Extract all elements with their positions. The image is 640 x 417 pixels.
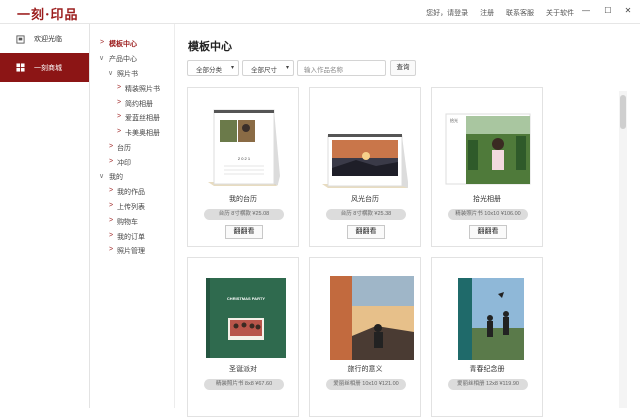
chevron-right-icon: >	[100, 39, 105, 46]
tree-item-simple[interactable]: 简约相册	[125, 99, 153, 109]
tree-product-center[interactable]: 产品中心	[109, 54, 137, 64]
preview-button[interactable]: 翻翻看	[347, 225, 385, 239]
caret-down-icon: ▾	[285, 65, 289, 71]
app-logo: 一刻·印品	[17, 8, 79, 23]
card-title: 风光台历	[351, 196, 379, 203]
template-card[interactable]: 风光台历 台历 8寸横款 ¥25.38 翻翻看	[309, 87, 421, 247]
tree-print[interactable]: 冲印	[117, 158, 131, 168]
preview-button[interactable]: 翻翻看	[469, 225, 507, 239]
chevron-down-icon: ∨	[108, 70, 114, 77]
calendar-year: 2 0 2 1	[238, 156, 251, 161]
grid-icon	[16, 63, 25, 72]
tree-item-hardcover[interactable]: 精装照片书	[125, 84, 160, 94]
tree-orders[interactable]: 我的订单	[117, 232, 145, 242]
page-title: 模板中心	[188, 41, 232, 53]
tree-cart[interactable]: 购物车	[117, 217, 138, 227]
card-meta: 爱丽丝相册 10x10 ¥121.00	[326, 379, 406, 390]
nav-item-welcome[interactable]: 欢迎光临	[0, 25, 89, 53]
card-meta: 精装照片书 10x10 ¥106.00	[448, 209, 528, 220]
card-title: 我的台历	[229, 196, 257, 203]
category-dropdown[interactable]: 全部分类 ▾	[187, 60, 239, 76]
minimize-icon[interactable]: —	[581, 6, 591, 15]
template-card[interactable]: 拾光 拾光相册 精装照片书 10x10 ¥106.00 翻翻看	[431, 87, 543, 247]
album-thumbnail	[458, 278, 524, 360]
album-thumbnail	[330, 276, 414, 360]
contact-link[interactable]: 联系客服	[506, 10, 534, 17]
template-card[interactable]: 旅行的意义 爱丽丝相册 10x10 ¥121.00	[309, 257, 421, 417]
card-meta: 精装照片书 8x8 ¥67.60	[204, 379, 284, 390]
card-meta: 台历 8寸横款 ¥25.08	[204, 209, 284, 220]
category-tree: > 模板中心 ∨ 产品中心 ∨ 照片书 > 精装照片书 > 简约相册 > 爱蓝丝…	[90, 24, 175, 408]
scrollbar-track[interactable]	[619, 91, 627, 408]
chevron-right-icon: >	[109, 187, 114, 194]
card-title: 拾光相册	[473, 196, 501, 203]
template-card[interactable]: 2 0 2 1 我的台历 台历 8寸横款 ¥25.08 翻翻看	[187, 87, 299, 247]
preview-button[interactable]: 翻翻看	[225, 225, 263, 239]
chevron-down-icon: ∨	[99, 55, 105, 62]
scrollbar-thumb[interactable]	[620, 95, 626, 129]
calendar-thumbnail: 2 0 2 1	[208, 109, 280, 186]
tree-item-alice[interactable]: 爱蓝丝相册	[125, 113, 160, 123]
tree-photo-manage[interactable]: 照片管理	[117, 246, 145, 256]
tree-my-works[interactable]: 我的作品	[117, 187, 145, 197]
left-nav: 欢迎光临 一刻商城	[0, 24, 90, 408]
tree-upload-list[interactable]: 上传列表	[117, 202, 145, 212]
home-icon	[16, 34, 25, 44]
chevron-right-icon: >	[109, 202, 114, 209]
chevron-right-icon: >	[109, 217, 114, 224]
close-icon[interactable]: ✕	[623, 6, 633, 15]
tree-photobook[interactable]: 照片书	[117, 69, 138, 79]
size-dropdown[interactable]: 全部尺寸 ▾	[242, 60, 294, 76]
about-link[interactable]: 关于软件	[546, 10, 574, 17]
nav-item-mall[interactable]: 一刻商城	[0, 53, 89, 82]
tree-item-cameo[interactable]: 卡美奥相册	[125, 128, 160, 138]
top-links: 您好，请登录 注册 联系客服 关于软件	[416, 8, 574, 18]
card-title: 旅行的意义	[347, 366, 383, 373]
login-link[interactable]: 您好，请登录	[426, 10, 468, 17]
chevron-right-icon: >	[109, 158, 114, 165]
chevron-right-icon: >	[117, 84, 122, 91]
caret-down-icon: ▾	[230, 65, 234, 71]
size-dropdown-value: 全部尺寸	[251, 67, 277, 74]
chevron-down-icon: ∨	[99, 173, 105, 180]
album-thumbnail: 拾光	[445, 113, 531, 185]
search-button[interactable]: 查询	[390, 60, 416, 76]
chevron-right-icon: >	[109, 246, 114, 253]
chevron-right-icon: >	[117, 128, 122, 135]
card-meta: 台历 8寸横款 ¥25.38	[326, 209, 406, 220]
chevron-right-icon: >	[109, 143, 114, 150]
chevron-right-icon: >	[109, 232, 114, 239]
template-card[interactable]: CHRISTMAS PARTY 圣诞派对 精装照片书 8x8 ¥67.60	[187, 257, 299, 417]
template-card[interactable]: 青春纪念册 爱丽丝相册 12x8 ¥119.90	[431, 257, 543, 417]
top-bar: 一刻·印品 您好，请登录 注册 联系客服 关于软件 — ☐ ✕	[0, 0, 640, 24]
tree-calendar[interactable]: 台历	[117, 143, 131, 153]
card-title: 圣诞派对	[229, 366, 257, 373]
nav-label-welcome: 欢迎光临	[34, 36, 62, 43]
card-title: 青春纪念册	[469, 366, 505, 373]
album-thumbnail: CHRISTMAS PARTY	[206, 278, 286, 358]
tree-template-center[interactable]: 模板中心	[109, 39, 137, 49]
search-input[interactable]: 输入作品名称	[297, 60, 386, 76]
card-meta: 爱丽丝相册 12x8 ¥119.90	[448, 379, 528, 390]
chevron-right-icon: >	[117, 113, 122, 120]
maximize-icon[interactable]: ☐	[603, 6, 613, 15]
tree-mine[interactable]: 我的	[109, 172, 123, 182]
nav-label-mall: 一刻商城	[34, 64, 62, 72]
calendar-thumbnail	[322, 134, 408, 188]
category-dropdown-value: 全部分类	[196, 67, 222, 74]
register-link[interactable]: 注册	[480, 10, 494, 17]
christmas-title: CHRISTMAS PARTY	[227, 296, 265, 301]
chevron-right-icon: >	[117, 99, 122, 106]
album-caption: 拾光	[450, 117, 458, 123]
